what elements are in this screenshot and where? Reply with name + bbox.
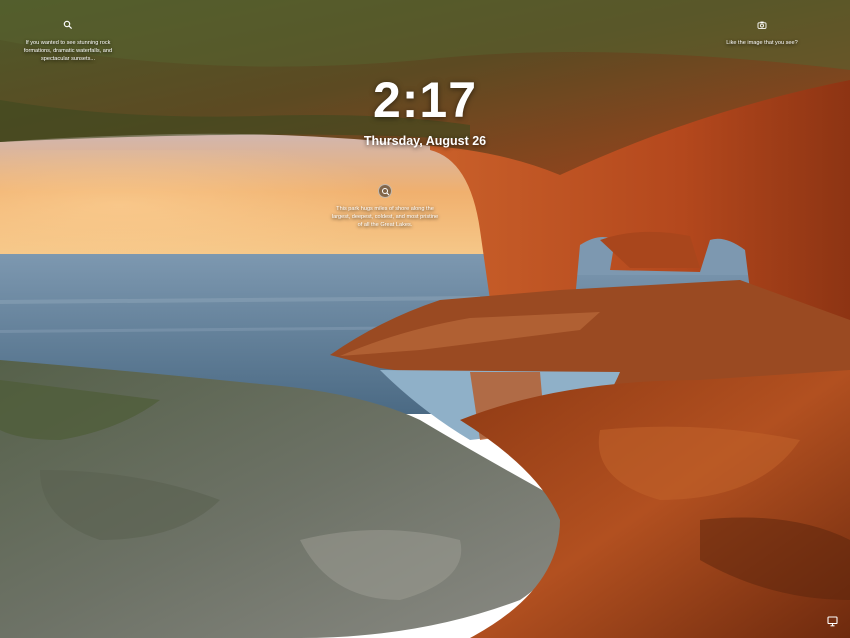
lockscreen-date: Thursday, August 26 — [363, 134, 487, 148]
lockscreen-clock: 2:17 — [372, 72, 478, 128]
search-icon — [378, 184, 392, 198]
hotspot-right-text: Like the image that you see? — [726, 40, 798, 46]
search-icon — [61, 18, 75, 32]
hotspot-right[interactable]: Like the image that you see? — [718, 18, 806, 47]
hotspot-left-text: If you wanted to see stunning rock forma… — [23, 40, 113, 62]
camera-icon — [755, 18, 769, 32]
display-icon[interactable] — [826, 614, 840, 628]
hotspot-center[interactable]: This park hugs miles of shore along the … — [330, 184, 440, 229]
hotspot-left[interactable]: If you wanted to see stunning rock forma… — [14, 18, 122, 63]
hotspot-center-text: This park hugs miles of shore along the … — [331, 206, 439, 228]
